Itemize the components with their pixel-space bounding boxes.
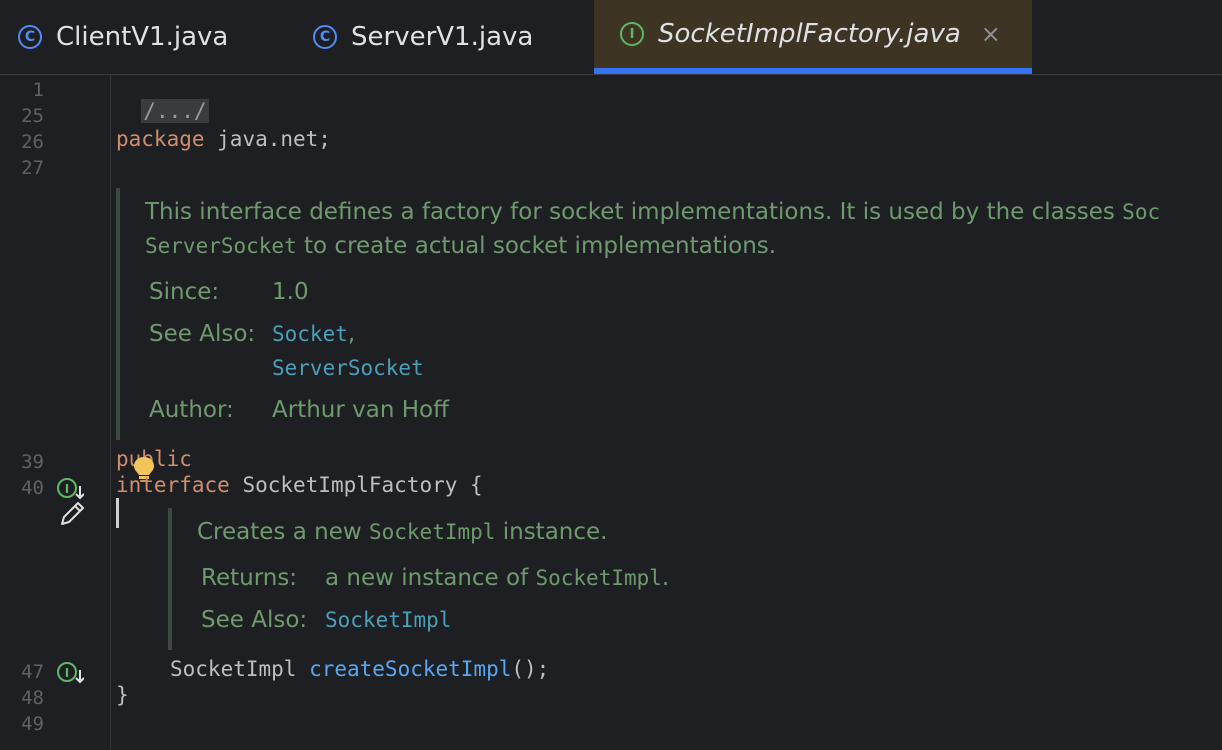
doc-text: instance. [495, 519, 608, 545]
tab-label: ServerV1.java [351, 22, 534, 52]
line-number: 27 [21, 157, 44, 179]
svg-text:I: I [65, 666, 69, 680]
method-name: createSocketImpl [309, 657, 512, 681]
link-socketimpl[interactable]: SocketImpl [325, 608, 451, 632]
line-number: 49 [21, 713, 44, 735]
doc-text: to create actual socket implementations. [296, 233, 777, 259]
line-number: 48 [21, 687, 44, 709]
doc-see-also-line2: ServerSocket [272, 355, 424, 381]
doc-description: Creates a new SocketImpl instance. [197, 519, 607, 545]
doc-description-line1: This interface defines a factory for soc… [145, 199, 1160, 225]
doc-code: Soc [1122, 200, 1161, 224]
doc-code: ServerSocket [145, 234, 297, 258]
code-line-method: SocketImpl createSocketImpl(); [170, 657, 549, 681]
line-number: 39 [21, 451, 44, 473]
edit-doc-icon[interactable] [58, 498, 88, 528]
line-number: 47 [21, 661, 44, 683]
keyword: package [116, 127, 205, 151]
code-line-close-brace: } [116, 683, 129, 707]
line-number: 26 [21, 131, 44, 153]
doc-since-label: Since: [149, 279, 220, 305]
tab-clientv1[interactable]: C ClientV1.java [0, 0, 295, 74]
doc-see-also-label: See Also: [201, 607, 308, 633]
code-line-interface: interface SocketImplFactory { [116, 473, 483, 497]
class-icon: C [18, 25, 42, 49]
line-number: 40 [21, 477, 44, 499]
doc-text: Creates a new [197, 519, 369, 545]
editor-tab-bar: C ClientV1.java C ServerV1.java I Socket… [0, 0, 1222, 75]
code-line-fold: /.../ [116, 75, 209, 123]
gutter-divider [110, 75, 111, 750]
line-number: 1 [32, 79, 44, 101]
doc-see-also-label: See Also: [149, 321, 256, 347]
doc-author-label: Author: [149, 397, 234, 423]
doc-description-line2: ServerSocket to create actual socket imp… [145, 233, 776, 259]
tab-label: SocketImplFactory.java [658, 19, 961, 49]
doc-returns-value: a new instance of SocketImpl. [325, 565, 669, 591]
tab-serverv1[interactable]: C ServerV1.java [295, 0, 594, 74]
interface-decl: SocketImplFactory { [229, 473, 483, 497]
link-socket[interactable]: Socket [272, 322, 348, 346]
tab-socketimplfactory[interactable]: I SocketImplFactory.java × [594, 0, 1032, 74]
implemented-interface-icon[interactable]: I [56, 476, 84, 500]
doc-see-also-line1: Socket, [272, 321, 355, 347]
link-serversocket[interactable]: ServerSocket [272, 356, 424, 380]
return-type: SocketImpl [170, 657, 310, 681]
doc-code: SocketImpl [535, 566, 662, 590]
separator: , [347, 321, 356, 347]
svg-text:I: I [65, 482, 69, 496]
doc-text: a new instance of [325, 565, 536, 591]
keyword: interface [116, 473, 230, 497]
folded-region[interactable]: /.../ [141, 99, 209, 123]
doc-author-value: Arthur van Hoff [272, 397, 449, 423]
line-number: 25 [21, 105, 44, 127]
code-line-package: package java.net; [116, 127, 331, 151]
class-icon: C [313, 25, 337, 49]
close-icon[interactable]: × [981, 20, 1001, 48]
doc-code: SocketImpl [368, 520, 496, 544]
implemented-method-icon[interactable]: I [56, 660, 84, 684]
interface-icon: I [620, 22, 644, 46]
doc-text: . [661, 565, 670, 591]
text-caret [116, 498, 119, 528]
method-tail: (); [511, 657, 550, 681]
doc-returns-label: Returns: [201, 565, 298, 591]
close-brace: } [116, 683, 129, 707]
doc-since-value: 1.0 [272, 279, 309, 305]
doc-text: This interface defines a factory for soc… [145, 199, 1123, 225]
package-name: java.net; [204, 127, 331, 151]
doc-see-also-value: SocketImpl [325, 607, 451, 633]
tab-label: ClientV1.java [56, 22, 229, 52]
